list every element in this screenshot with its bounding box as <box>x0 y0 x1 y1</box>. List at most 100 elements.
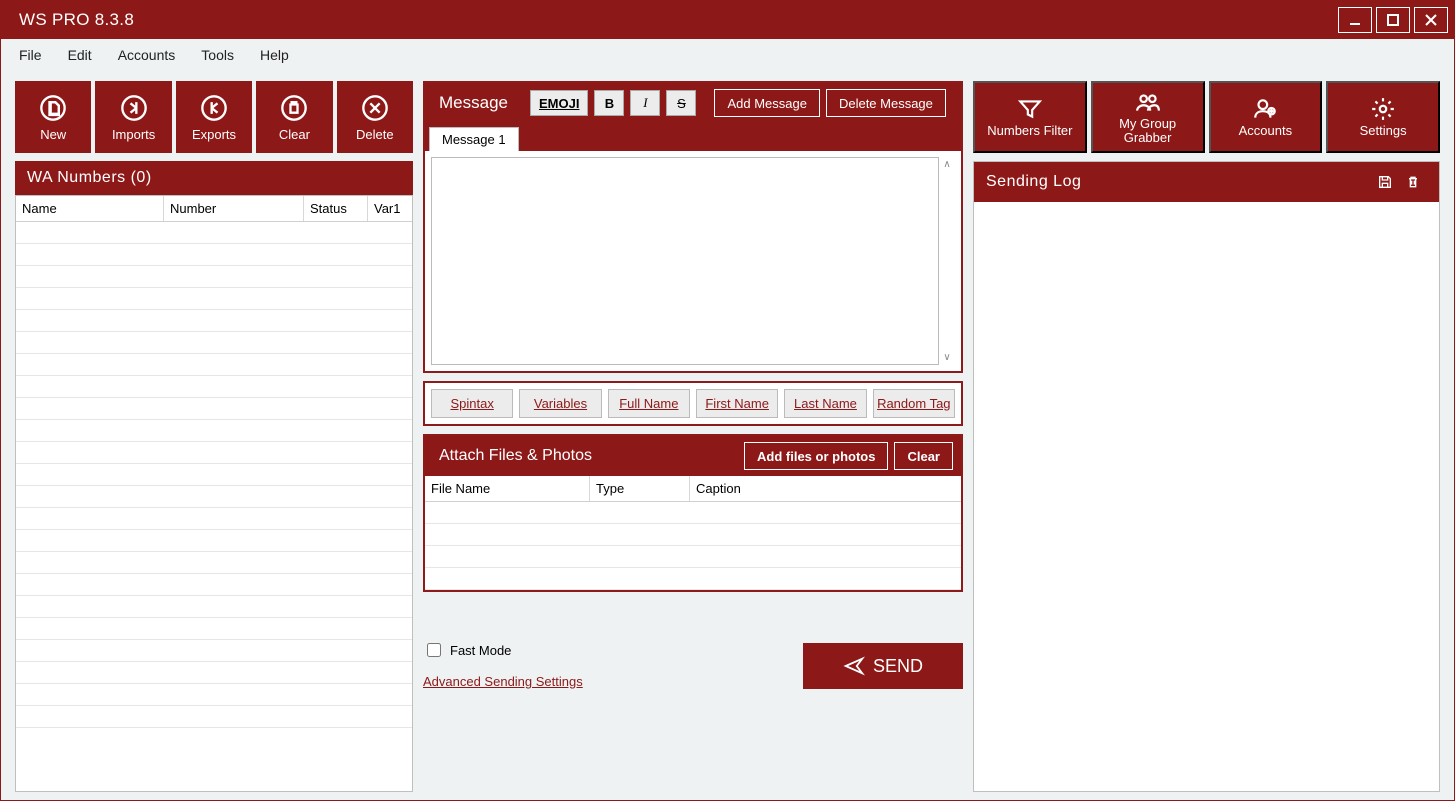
col-file-name[interactable]: File Name <box>425 476 590 501</box>
table-row <box>16 662 412 684</box>
chip-random-tag[interactable]: Random Tag <box>873 389 955 418</box>
user-add-icon <box>1252 96 1278 122</box>
maximize-icon <box>1386 13 1400 27</box>
add-files-button[interactable]: Add files or photos <box>744 442 888 470</box>
menu-tools[interactable]: Tools <box>201 47 234 63</box>
menu-help[interactable]: Help <box>260 47 289 63</box>
delete-message-button[interactable]: Delete Message <box>826 89 946 117</box>
new-label: New <box>40 127 66 142</box>
table-row <box>16 508 412 530</box>
wa-numbers-grid[interactable]: Name Number Status Var1 <box>15 195 413 792</box>
app-window: WS PRO 8.3.8 File Edit Accounts Tools He… <box>0 0 1455 801</box>
attach-clear-button[interactable]: Clear <box>894 442 953 470</box>
exports-button[interactable]: Exports <box>176 81 252 153</box>
menu-file[interactable]: File <box>19 47 42 63</box>
col-status[interactable]: Status <box>304 196 368 221</box>
col-number[interactable]: Number <box>164 196 304 221</box>
bottom-row: Fast Mode Advanced Sending Settings SEND <box>423 600 963 689</box>
fast-mode-checkbox[interactable] <box>427 643 441 657</box>
file-icon <box>38 93 68 123</box>
wa-numbers-columns: Name Number Status Var1 <box>16 196 412 222</box>
clear-log-button[interactable] <box>1399 170 1427 194</box>
table-row <box>16 266 412 288</box>
minimize-button[interactable] <box>1338 7 1372 33</box>
left-column: New Imports Exports <box>15 81 413 792</box>
wa-numbers-header: WA Numbers (0) <box>15 161 413 195</box>
table-row <box>16 332 412 354</box>
send-button[interactable]: SEND <box>803 643 963 689</box>
table-row <box>16 640 412 662</box>
add-message-button[interactable]: Add Message <box>714 89 820 117</box>
group-grabber-label: My Group Grabber <box>1095 117 1201 146</box>
table-row <box>16 684 412 706</box>
right-toolbar: Numbers Filter My Group Grabber Accounts… <box>973 81 1440 153</box>
table-row <box>16 310 412 332</box>
tab-message-1[interactable]: Message 1 <box>429 127 519 151</box>
menu-accounts[interactable]: Accounts <box>118 47 176 63</box>
table-row <box>16 530 412 552</box>
close-circle-icon <box>360 93 390 123</box>
wa-numbers-title: WA Numbers (0) <box>27 169 152 187</box>
table-row <box>425 524 961 546</box>
message-textarea[interactable] <box>431 157 939 365</box>
numbers-filter-label: Numbers Filter <box>987 124 1072 138</box>
menubar: File Edit Accounts Tools Help <box>1 39 1454 71</box>
emoji-button[interactable]: EMOJI <box>530 90 588 116</box>
group-grabber-button[interactable]: My Group Grabber <box>1091 81 1205 153</box>
menu-edit[interactable]: Edit <box>68 47 92 63</box>
attach-columns: File Name Type Caption <box>425 476 961 502</box>
close-button[interactable] <box>1414 7 1448 33</box>
accounts-label: Accounts <box>1239 124 1292 138</box>
italic-button[interactable]: I <box>630 90 660 116</box>
textarea-scrollbar[interactable]: ∧∨ <box>939 157 955 365</box>
right-column: Numbers Filter My Group Grabber Accounts… <box>973 81 1440 792</box>
log-body[interactable] <box>974 202 1439 791</box>
col-var1[interactable]: Var1 <box>368 196 412 221</box>
send-label: SEND <box>873 656 923 677</box>
table-row <box>16 442 412 464</box>
table-row <box>425 502 961 524</box>
table-row <box>16 398 412 420</box>
chip-spintax[interactable]: Spintax <box>431 389 513 418</box>
imports-label: Imports <box>112 127 155 142</box>
new-button[interactable]: New <box>15 81 91 153</box>
delete-button[interactable]: Delete <box>337 81 413 153</box>
col-name[interactable]: Name <box>16 196 164 221</box>
export-icon <box>199 93 229 123</box>
table-row <box>16 596 412 618</box>
imports-button[interactable]: Imports <box>95 81 171 153</box>
chip-first-name[interactable]: First Name <box>696 389 778 418</box>
table-row <box>16 706 412 728</box>
save-log-button[interactable] <box>1371 170 1399 194</box>
fast-mode-row[interactable]: Fast Mode <box>423 640 583 660</box>
attach-rows <box>425 502 961 590</box>
settings-button[interactable]: Settings <box>1326 81 1440 153</box>
strike-button[interactable]: S <box>666 90 696 116</box>
middle-column: Message EMOJI B I S Add Message Delete M… <box>423 81 963 792</box>
clear-button[interactable]: Clear <box>256 81 332 153</box>
attach-title: Attach Files & Photos <box>439 447 592 465</box>
chip-last-name[interactable]: Last Name <box>784 389 866 418</box>
col-type[interactable]: Type <box>590 476 690 501</box>
numbers-filter-button[interactable]: Numbers Filter <box>973 81 1087 153</box>
accounts-button[interactable]: Accounts <box>1209 81 1323 153</box>
trash-icon <box>279 93 309 123</box>
bold-button[interactable]: B <box>594 90 624 116</box>
log-panel: Sending Log <box>973 161 1440 792</box>
message-title: Message <box>439 93 508 113</box>
attach-panel: Attach Files & Photos Add files or photo… <box>423 434 963 592</box>
message-body: ∧∨ <box>425 151 961 371</box>
table-row <box>16 552 412 574</box>
delete-label: Delete <box>356 127 394 142</box>
col-caption[interactable]: Caption <box>690 476 961 501</box>
advanced-settings-link[interactable]: Advanced Sending Settings <box>423 674 583 689</box>
message-header: Message EMOJI B I S Add Message Delete M… <box>425 83 961 123</box>
maximize-button[interactable] <box>1376 7 1410 33</box>
exports-label: Exports <box>192 127 236 142</box>
left-toolbar: New Imports Exports <box>15 81 413 153</box>
chip-full-name[interactable]: Full Name <box>608 389 690 418</box>
table-row <box>16 420 412 442</box>
app-title: WS PRO 8.3.8 <box>19 10 1338 30</box>
message-panel: Message EMOJI B I S Add Message Delete M… <box>423 81 963 373</box>
chip-variables[interactable]: Variables <box>519 389 601 418</box>
